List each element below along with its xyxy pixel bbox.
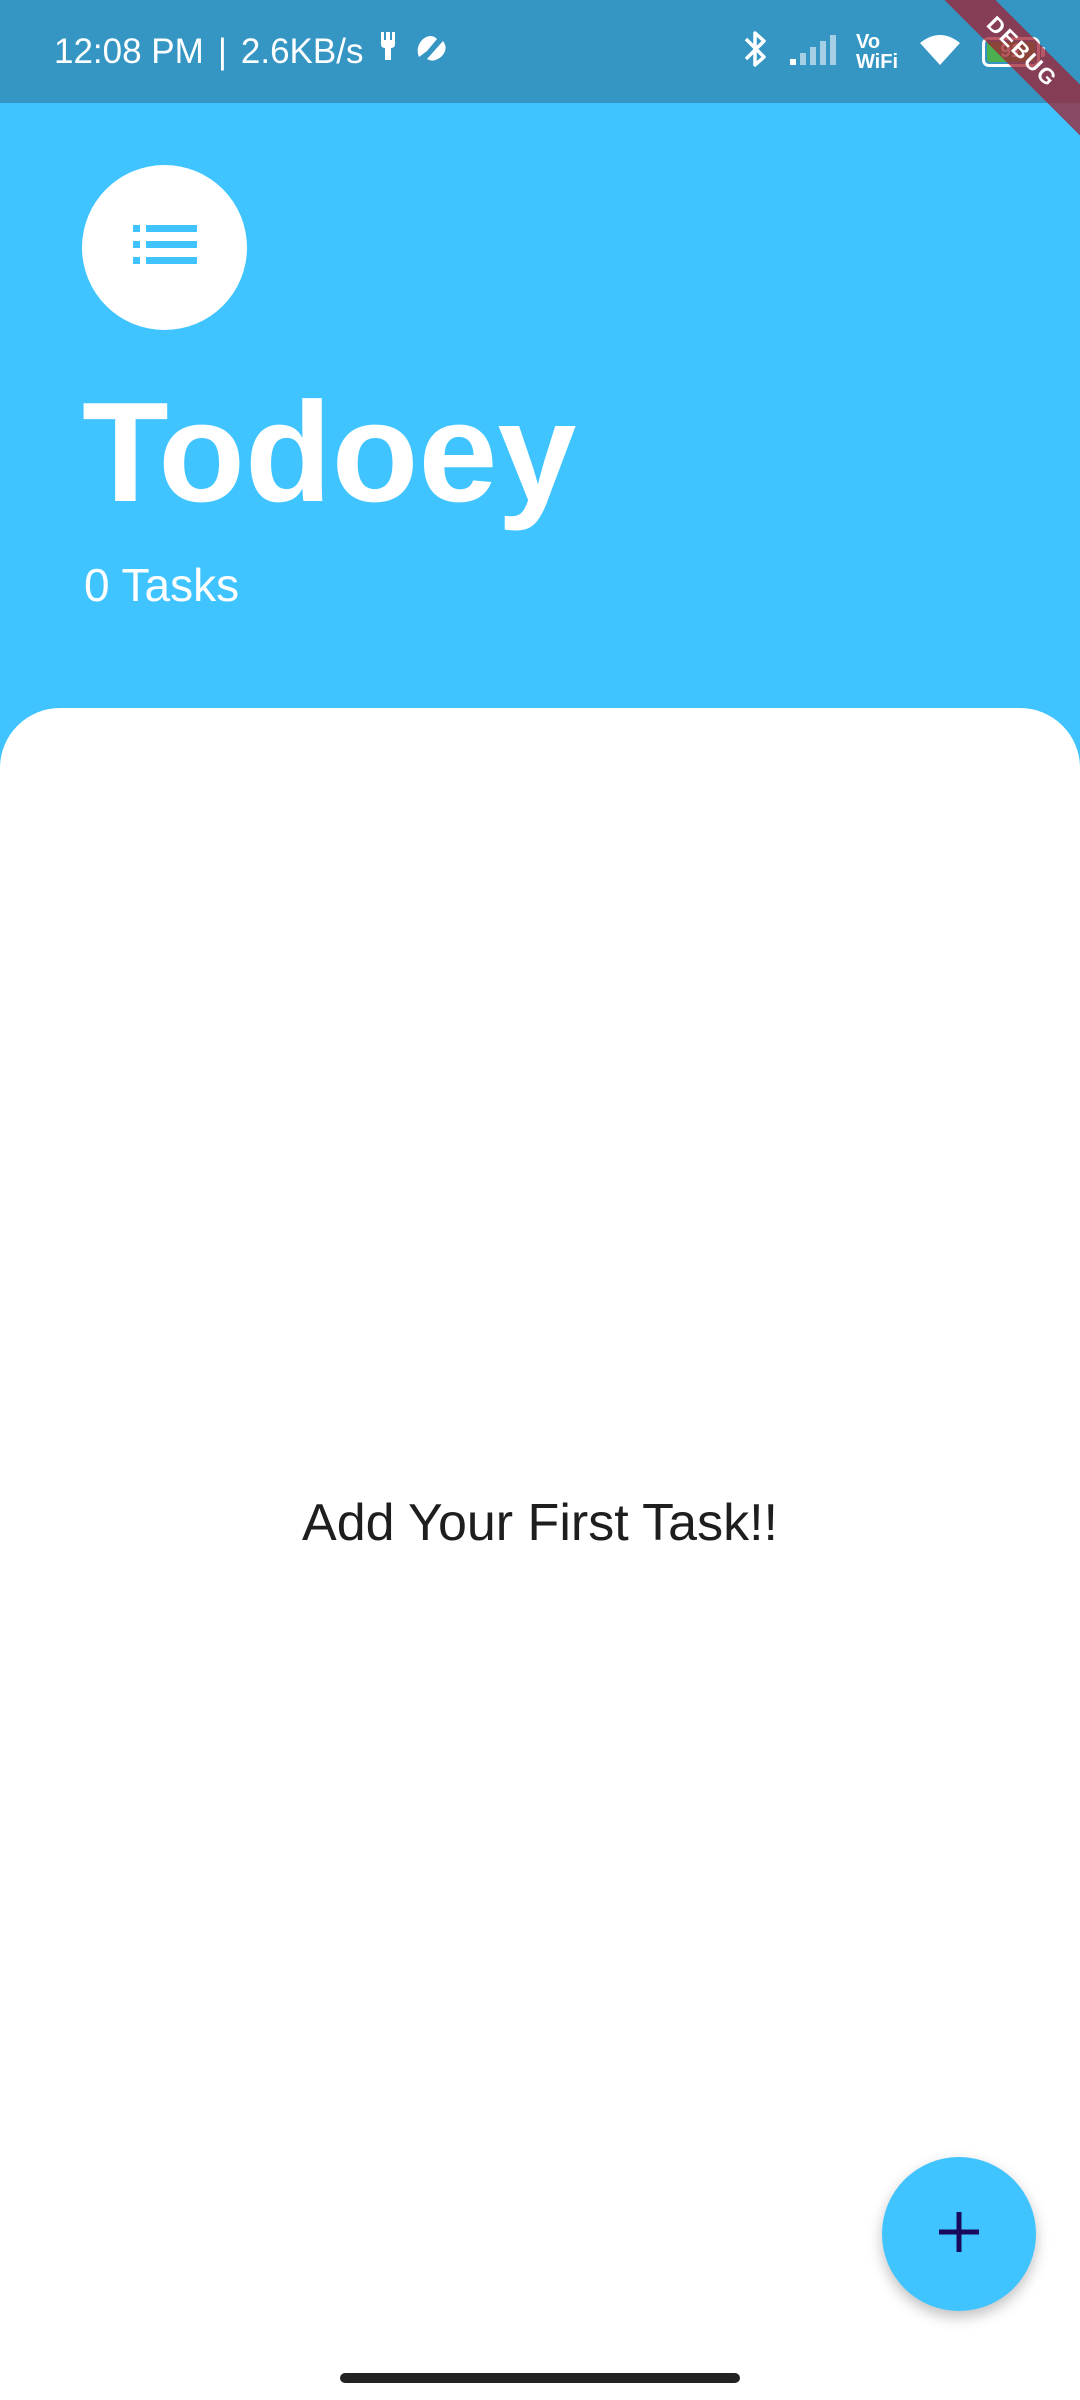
status-bar: 12:08 PM | 2.6KB/s Vo WiFi 91 (0, 0, 1080, 103)
battery-tip (1041, 46, 1045, 57)
network-speed: 2.6KB/s (240, 31, 364, 71)
header: Todoey 0 Tasks (0, 103, 1080, 710)
vowifi-indicator: Vo WiFi (856, 32, 898, 72)
home-indicator[interactable] (340, 2373, 740, 2383)
status-left: 12:08 PM | 2.6KB/s (54, 0, 449, 103)
empty-state-message: Add Your First Task!! (302, 1494, 778, 1552)
task-count: 0 Tasks (84, 559, 240, 611)
signal-icon (788, 31, 838, 72)
wifi-icon (916, 31, 964, 72)
notification-icon (377, 30, 399, 73)
battery-icon: 91 (982, 36, 1045, 67)
vowifi-bottom: WiFi (855, 50, 898, 73)
page-title: Todoey (82, 373, 577, 532)
bluetooth-icon (740, 29, 770, 74)
status-time: 12:08 PM (54, 31, 204, 71)
vowifi-top: Vo (855, 30, 881, 53)
list-icon-avatar (82, 165, 247, 330)
app-notification-icon (413, 32, 449, 72)
add-task-button[interactable] (882, 2157, 1036, 2311)
battery-level: 91 (1000, 40, 1022, 62)
task-list-panel: Add Your First Task!! (0, 708, 1080, 2400)
list-icon (132, 223, 197, 272)
add-icon (937, 2210, 981, 2259)
status-separator: | (217, 31, 227, 71)
status-right: Vo WiFi 91 (740, 0, 1045, 103)
